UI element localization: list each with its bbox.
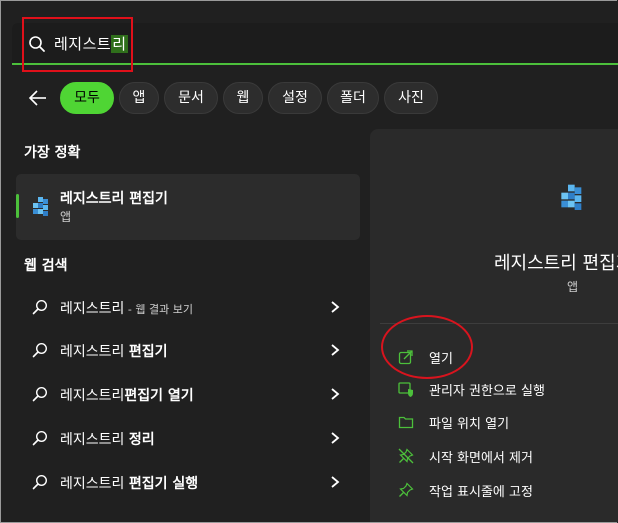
chevron-right-icon (331, 432, 340, 444)
action-label: 시작 화면에서 제거 (429, 451, 533, 466)
best-match-heading: 가장 정확 (24, 145, 81, 161)
annotation-circle (381, 315, 473, 379)
web-search-label: 레지스트리편집기 열기 (60, 388, 194, 404)
web-search-label: 레지스트리 - 웹 결과 보기 (60, 301, 193, 317)
details-title: 레지스트리 편집기 (494, 253, 618, 274)
search-icon (32, 430, 48, 446)
web-search-item[interactable]: 레지스트리 정리 (16, 418, 360, 458)
registry-editor-icon (33, 197, 48, 216)
action-label: 관리자 권한으로 실행 (429, 384, 545, 399)
registry-editor-icon (561, 184, 582, 210)
chevron-right-icon (331, 476, 340, 488)
search-icon (32, 474, 48, 490)
filter-web[interactable]: 웹 (223, 82, 263, 114)
web-search-label: 레지스트리 편집기 (60, 344, 168, 360)
back-arrow-icon[interactable] (28, 88, 48, 108)
filter-apps[interactable]: 앱 (119, 82, 159, 114)
best-match-title: 레지스트리 편집기 (60, 191, 168, 207)
chevron-right-icon (331, 301, 340, 313)
filter-folders[interactable]: 폴더 (327, 82, 379, 114)
selection-indicator (16, 194, 19, 218)
action-open-file-location[interactable]: 파일 위치 열기 (398, 410, 598, 436)
pin-icon (399, 482, 414, 497)
chevron-right-icon (331, 344, 340, 356)
details-subtitle: 앱 (567, 280, 579, 294)
web-search-item[interactable]: 레지스트리 편집기 실행 (16, 462, 360, 502)
filter-documents[interactable]: 문서 (164, 82, 218, 114)
web-search-item[interactable]: 레지스트리 - 웹 결과 보기 (16, 287, 360, 327)
filter-photos[interactable]: 사진 (384, 82, 438, 114)
web-search-label: 레지스트리 정리 (60, 432, 155, 448)
best-match-result[interactable]: 레지스트리 편집기 앱 (16, 174, 360, 240)
action-label: 파일 위치 열기 (429, 417, 510, 432)
unpin-icon (398, 448, 414, 464)
search-icon (32, 299, 48, 315)
web-search-item[interactable]: 레지스트리 편집기 (16, 330, 360, 370)
action-label: 작업 표시줄에 고정 (429, 485, 533, 500)
search-icon (32, 386, 48, 402)
annotation-rectangle (22, 17, 133, 72)
web-search-item[interactable]: 레지스트리편집기 열기 (16, 374, 360, 414)
web-search-heading: 웹 검색 (24, 258, 68, 274)
search-icon (32, 342, 48, 358)
web-search-label: 레지스트리 편집기 실행 (60, 476, 199, 492)
action-run-as-admin[interactable]: 관리자 권한으로 실행 (398, 377, 598, 403)
action-pin-to-taskbar[interactable]: 작업 표시줄에 고정 (398, 478, 598, 504)
filter-all[interactable]: 모두 (60, 82, 114, 114)
admin-shield-icon (398, 382, 413, 397)
chevron-right-icon (331, 388, 340, 400)
folder-icon (398, 416, 414, 429)
action-unpin-from-start[interactable]: 시작 화면에서 제거 (398, 444, 598, 470)
best-match-subtitle: 앱 (60, 210, 72, 224)
filter-settings[interactable]: 설정 (268, 82, 322, 114)
